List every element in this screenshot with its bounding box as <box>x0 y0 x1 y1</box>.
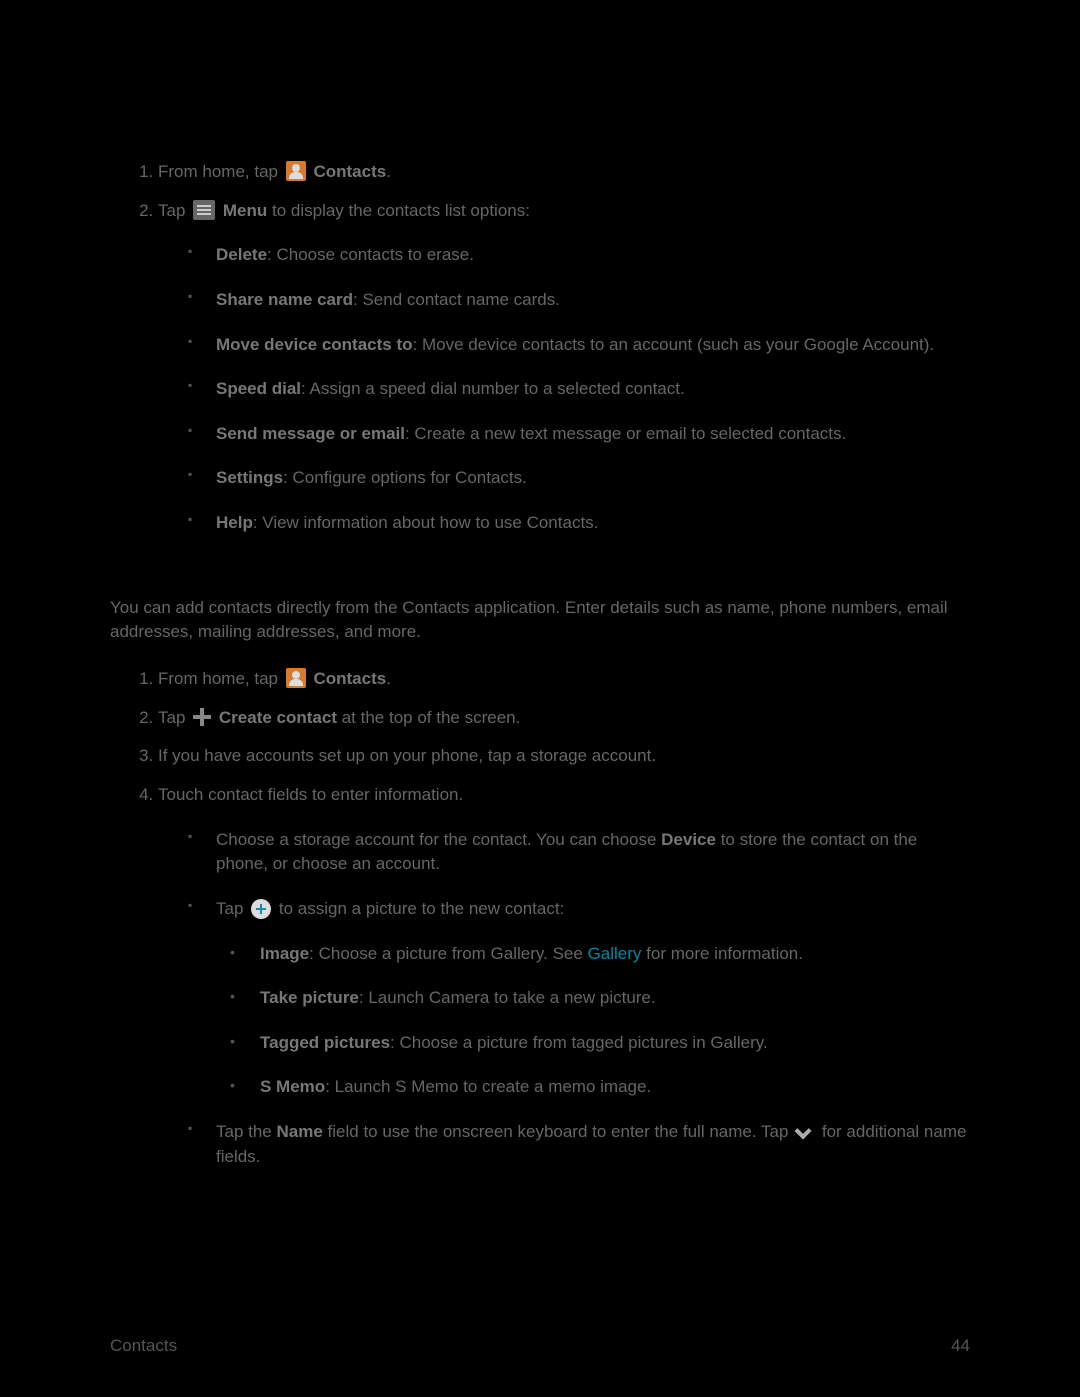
text: : Configure options for Contacts. <box>283 468 527 487</box>
label-device: Device <box>661 830 716 849</box>
list-item: Tap Create contact at the top of the scr… <box>158 706 970 731</box>
list-item: Tap the Name field to use the onscreen k… <box>188 1120 970 1169</box>
text: From home, tap <box>158 669 278 688</box>
instruction-list-2: From home, tap Contacts. Tap Create cont… <box>110 667 970 1169</box>
text: Touch contact fields to enter informatio… <box>158 785 463 804</box>
text: : Move device contacts to an account (su… <box>413 335 935 354</box>
list-item: Tap Menu to display the contacts list op… <box>158 199 970 536</box>
contacts-icon <box>286 668 306 688</box>
text: : Launch Camera to take a new picture. <box>359 988 656 1007</box>
list-item: Tagged pictures: Choose a picture from t… <box>230 1031 970 1056</box>
label-name-field: Name <box>277 1122 323 1141</box>
option-tagged-pictures: Tagged pictures <box>260 1033 390 1052</box>
text: Tap <box>216 899 243 918</box>
option-take-picture: Take picture <box>260 988 359 1007</box>
list-item: Send message or email: Create a new text… <box>188 422 970 447</box>
menu-options-list: Delete: Choose contacts to erase. Share … <box>158 243 970 535</box>
text: field to use the onscreen keyboard to en… <box>323 1122 793 1141</box>
list-item: Help: View information about how to use … <box>188 511 970 536</box>
footer-section: Contacts <box>110 1334 177 1359</box>
list-item: Share name card: Send contact name cards… <box>188 288 970 313</box>
picture-options-list: Image: Choose a picture from Gallery. Se… <box>216 942 970 1101</box>
add-contact-intro: You can add contacts directly from the C… <box>110 596 970 645</box>
text: Tap the <box>216 1122 277 1141</box>
list-item: Speed dial: Assign a speed dial number t… <box>188 377 970 402</box>
gallery-link[interactable]: Gallery <box>588 944 642 963</box>
text: Choose a storage account for the contact… <box>216 830 661 849</box>
list-item: Tap to assign a picture to the new conta… <box>188 897 970 1100</box>
list-item: Image: Choose a picture from Gallery. Se… <box>230 942 970 967</box>
text: : Launch S Memo to create a memo image. <box>325 1077 651 1096</box>
footer-page-number: 44 <box>951 1334 970 1359</box>
add-photo-icon <box>251 899 271 919</box>
text: at the top of the screen. <box>337 708 520 727</box>
document-page: From home, tap Contacts. Tap Menu to dis… <box>0 0 1080 1397</box>
label-contacts: Contacts <box>313 669 386 688</box>
option-s-memo: S Memo <box>260 1077 325 1096</box>
plus-icon <box>192 707 212 727</box>
text: . <box>386 162 391 181</box>
menu-icon <box>193 200 215 220</box>
instruction-list-1: From home, tap Contacts. Tap Menu to dis… <box>110 160 970 536</box>
text: : Create a new text message or email to … <box>405 424 846 443</box>
text: : View information about how to use Cont… <box>253 513 599 532</box>
list-item: Settings: Configure options for Contacts… <box>188 466 970 491</box>
text: for more information. <box>641 944 803 963</box>
option-image: Image <box>260 944 309 963</box>
text: Tap <box>158 708 185 727</box>
list-item: Delete: Choose contacts to erase. <box>188 243 970 268</box>
option-settings: Settings <box>216 468 283 487</box>
text: to display the contacts list options: <box>267 201 530 220</box>
text: : Send contact name cards. <box>353 290 560 309</box>
text: : Choose contacts to erase. <box>267 245 474 264</box>
chevron-down-icon <box>795 1123 815 1139</box>
text: : Assign a speed dial number to a select… <box>301 379 685 398</box>
option-move-device-contacts: Move device contacts to <box>216 335 413 354</box>
list-item: From home, tap Contacts. <box>158 667 970 692</box>
option-share-name-card: Share name card <box>216 290 353 309</box>
label-menu: Menu <box>223 201 267 220</box>
contact-fields-list: Choose a storage account for the contact… <box>158 828 970 1170</box>
text: . <box>386 669 391 688</box>
option-speed-dial: Speed dial <box>216 379 301 398</box>
list-item: Take picture: Launch Camera to take a ne… <box>230 986 970 1011</box>
text: Tap <box>158 201 190 220</box>
text: : Choose a picture from tagged pictures … <box>390 1033 768 1052</box>
list-item: From home, tap Contacts. <box>158 160 970 185</box>
list-item: Choose a storage account for the contact… <box>188 828 970 877</box>
text: : Choose a picture from Gallery. See <box>309 944 587 963</box>
list-item: Touch contact fields to enter informatio… <box>158 783 970 1169</box>
page-footer: Contacts 44 <box>110 1334 970 1359</box>
list-item: Move device contacts to: Move device con… <box>188 333 970 358</box>
list-item: S Memo: Launch S Memo to create a memo i… <box>230 1075 970 1100</box>
label-contacts: Contacts <box>313 162 386 181</box>
contacts-icon <box>286 161 306 181</box>
option-delete: Delete <box>216 245 267 264</box>
option-help: Help <box>216 513 253 532</box>
text: From home, tap <box>158 162 278 181</box>
label-create-contact: Create contact <box>219 708 337 727</box>
text: to assign a picture to the new contact: <box>279 899 564 918</box>
list-item: If you have accounts set up on your phon… <box>158 744 970 769</box>
option-send-message-email: Send message or email <box>216 424 405 443</box>
